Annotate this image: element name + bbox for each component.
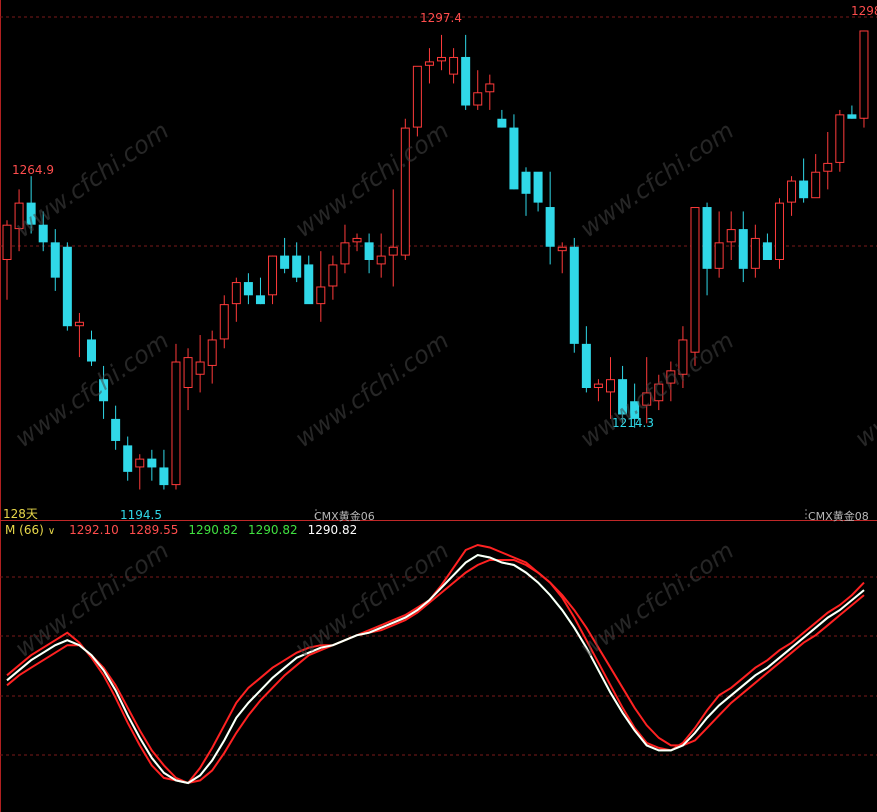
candle-body-up <box>316 286 326 305</box>
candle-body-up <box>388 246 398 256</box>
contract-label-06: CMX黄金06 <box>314 510 375 523</box>
candle-body-up <box>485 83 495 93</box>
candle-body-down <box>364 242 374 260</box>
candle-body-up <box>340 242 350 265</box>
legend-value-5: 1290.82 <box>307 523 358 537</box>
candle-body-up <box>473 92 483 106</box>
candle-body-up <box>774 202 784 261</box>
legend-value-4: 1290.82 <box>248 523 298 537</box>
indicator-legend: M (66) ∨ 1292.10 1289.55 1290.82 1290.82 1290.… <box>5 523 367 537</box>
candle-body-up <box>859 30 869 119</box>
candle-body-down <box>280 255 290 269</box>
candle-body-up <box>183 357 193 389</box>
candle-body-up <box>726 229 736 243</box>
candle-body-up <box>714 242 724 269</box>
candle-body-up <box>352 237 362 243</box>
candle-body-up <box>231 282 241 305</box>
candle-body-down <box>86 339 96 362</box>
candle-body-down <box>762 242 772 260</box>
candle-body-up <box>74 321 84 327</box>
indicator-line-4 <box>6 553 865 785</box>
legend-value-3: 1290.82 <box>188 523 239 537</box>
candle-body-down <box>497 118 507 128</box>
indicator-line-3 <box>6 553 865 785</box>
candle-body-up <box>606 379 615 393</box>
contract-label-08: CMX黄金08 <box>808 510 869 523</box>
candle-body-down <box>533 171 543 203</box>
candle-body-down <box>292 255 302 278</box>
annotation-low1: 1194.5 <box>120 508 162 522</box>
candle-body-up <box>135 458 145 468</box>
annotation-peak2: 1297.4 <box>420 11 462 25</box>
candle-body-down <box>545 207 555 247</box>
chevron-down-icon[interactable]: ∨ <box>48 526 55 537</box>
candle-body-up <box>557 246 567 252</box>
candle-body-down <box>799 180 809 199</box>
candle-body-up <box>437 56 447 62</box>
legend-value-2: 1289.55 <box>128 523 179 537</box>
candle-body-up <box>835 114 845 163</box>
candle-body-up <box>171 361 181 486</box>
candle-body-down <box>62 246 72 327</box>
candle-body-down <box>847 114 857 119</box>
candle-body-down <box>255 295 265 305</box>
candle-body-up <box>219 304 229 340</box>
candle-body-down <box>581 343 591 388</box>
candle-body-up <box>424 61 434 66</box>
period-label: 128天 <box>3 507 38 521</box>
candle-body-down <box>147 458 157 468</box>
candle-body-down <box>159 467 169 486</box>
candle-body-down <box>123 445 133 472</box>
candle-body-down <box>111 418 121 441</box>
candle-body-down <box>521 171 531 194</box>
candle-body-up <box>268 255 278 296</box>
candle-body-up <box>750 237 760 269</box>
candle-body-down <box>569 246 579 344</box>
candle-body-up <box>823 162 833 172</box>
candle-body-down <box>702 207 712 269</box>
candle-body-down <box>304 264 314 305</box>
candle-body-up <box>690 207 700 353</box>
candle-body-down <box>509 127 519 190</box>
candle-body-up <box>593 383 603 389</box>
candle-body-up <box>787 180 797 203</box>
candle-body-down <box>243 282 253 296</box>
annotation-peak1: 1264.9 <box>12 163 54 177</box>
candle-body-down <box>461 56 471 106</box>
candle-body-down <box>738 229 748 269</box>
annotation-last: 1298 <box>851 4 877 18</box>
candle-body-up <box>195 361 205 375</box>
candle-body-up <box>449 56 459 75</box>
candle-body-up <box>328 264 338 287</box>
candle-body-up <box>412 65 422 128</box>
candle-body-up <box>811 171 821 199</box>
legend-value-1: 1292.10 <box>69 523 119 537</box>
candle-body-down <box>50 242 60 278</box>
candle-body-up <box>2 224 12 260</box>
candle-body-up <box>207 339 217 366</box>
indicator-label[interactable]: M (66) <box>5 523 44 537</box>
candle-body-up <box>376 255 386 265</box>
